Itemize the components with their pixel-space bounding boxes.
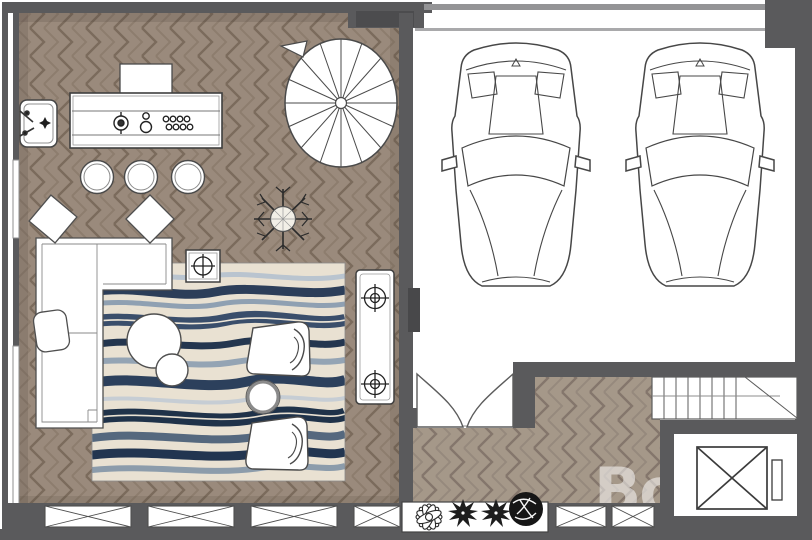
garage-door-line: [415, 28, 785, 31]
console-table: [356, 270, 394, 404]
left-wall-window: [13, 160, 19, 238]
hall-top-wall: [533, 362, 797, 377]
left-wall-window: [13, 346, 19, 504]
armchair-top: [247, 322, 310, 376]
divider-wall: [399, 13, 413, 529]
divider-wall-pilaster: [408, 288, 420, 332]
car-right: [626, 43, 774, 286]
bar-stools: [81, 161, 205, 194]
sofa-pillow: [32, 309, 70, 353]
floor-plan-drawing: Bo: [0, 0, 812, 540]
floor-plan: Bo: [0, 0, 812, 540]
staircase: [652, 377, 797, 419]
square-side-table: [186, 250, 220, 282]
armchair-bottom: [246, 417, 308, 470]
left-wall-segment: [13, 12, 19, 160]
car-left: [442, 43, 590, 286]
garage-door-track: [424, 4, 780, 10]
planter-round-plant: [509, 492, 543, 526]
left-wall-outer: [2, 2, 8, 538]
left-wall-segment: [13, 238, 19, 346]
elevator: [660, 420, 812, 530]
door-jamb: [403, 408, 417, 428]
right-wall: [795, 0, 812, 540]
coffee-table-small: [156, 354, 188, 386]
range-hood: [120, 64, 172, 96]
wall-sink: [20, 100, 57, 147]
round-side-table: [248, 382, 278, 412]
kitchen-island: [70, 93, 222, 148]
hall-wall-step: [513, 362, 535, 428]
